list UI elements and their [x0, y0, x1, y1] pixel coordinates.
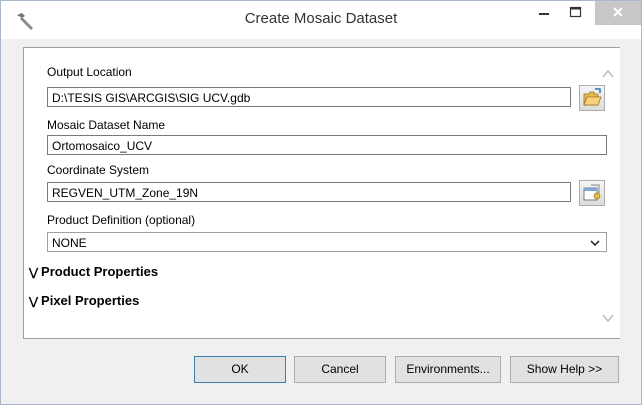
mosaic-dataset-name-input[interactable]: Ortomosaico_UCV	[47, 135, 607, 155]
browse-output-location-button[interactable]	[579, 85, 605, 111]
pixel-properties-label: Pixel Properties	[41, 293, 140, 308]
environments-button[interactable]: Environments...	[395, 356, 501, 383]
product-properties-section[interactable]: ⋁ Product Properties	[29, 264, 158, 279]
product-definition-label: Product Definition (optional)	[47, 213, 196, 227]
chevron-down-icon	[590, 240, 600, 247]
maximize-button[interactable]	[561, 1, 591, 25]
coordinate-system-properties-button[interactable]	[579, 180, 605, 206]
scroll-down-icon	[602, 314, 614, 323]
dialog-window: Create Mosaic Dataset Output Location D:…	[0, 0, 642, 405]
coordinate-system-label: Coordinate System	[47, 163, 150, 177]
pixel-properties-section[interactable]: ⋁ Pixel Properties	[29, 293, 139, 308]
title-bar[interactable]: Create Mosaic Dataset	[1, 1, 641, 39]
minimize-button[interactable]	[529, 1, 559, 25]
product-properties-label: Product Properties	[41, 264, 159, 279]
product-definition-value: NONE	[52, 236, 87, 250]
cancel-button[interactable]: Cancel	[294, 356, 386, 383]
expand-chevron-icon: ⋁	[29, 267, 39, 279]
open-folder-icon	[583, 88, 602, 106]
minimize-icon	[539, 13, 549, 15]
output-location-input[interactable]: D:\TESIS GIS\ARCGIS\SIG UCV.gdb	[47, 87, 571, 107]
product-definition-select[interactable]: NONE	[47, 232, 607, 252]
mosaic-dataset-name-label: Mosaic Dataset Name	[47, 118, 166, 132]
output-location-label: Output Location	[47, 65, 132, 79]
ok-button[interactable]: OK	[194, 356, 286, 383]
properties-icon	[583, 184, 601, 201]
show-help-button[interactable]: Show Help >>	[510, 356, 619, 383]
coordinate-system-input[interactable]: REGVEN_UTM_Zone_19N	[47, 182, 571, 202]
close-button[interactable]	[595, 1, 641, 25]
close-icon	[613, 7, 623, 17]
scroll-up-icon	[602, 69, 614, 78]
expand-chevron-icon: ⋁	[29, 296, 39, 308]
maximize-icon	[569, 6, 582, 18]
